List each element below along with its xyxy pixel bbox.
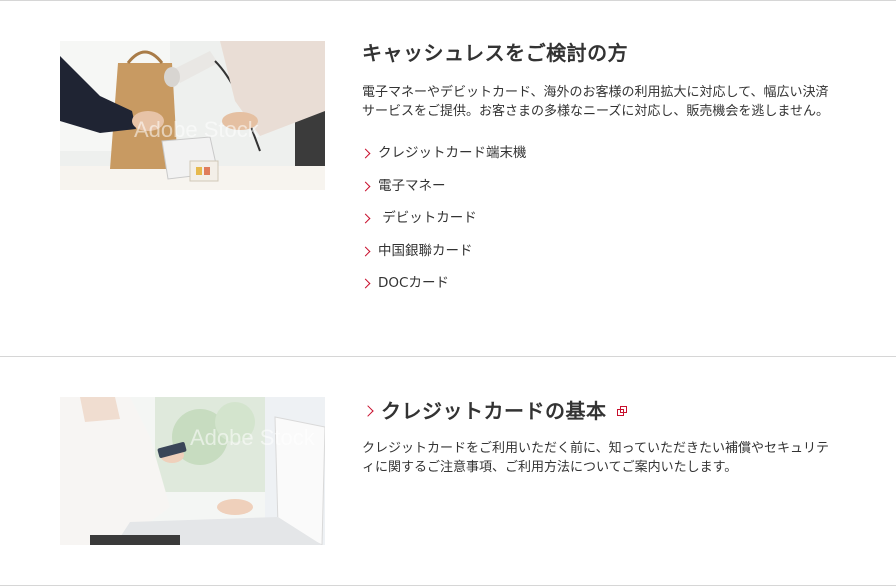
credit-basics-section: Adobe Stock クレジットカードの基本 クレジットカードをご利用いただく… (0, 357, 896, 585)
cashless-photo: Adobe Stock (60, 41, 325, 190)
chevron-right-icon (362, 405, 374, 417)
external-link-icon[interactable] (616, 405, 628, 417)
cashless-link-list: クレジットカード端末機 電子マネー デビットカード 中国銀聯カード DOCカード (360, 144, 842, 307)
link-unionpay-card[interactable]: 中国銀聯カード (360, 242, 842, 275)
link-credit-card-terminal[interactable]: クレジットカード端末機 (360, 144, 842, 177)
link-electronic-money[interactable]: 電子マネー (360, 177, 842, 210)
link-doc-card[interactable]: DOCカード (360, 274, 842, 307)
credit-basics-content: クレジットカードの基本 クレジットカードをご利用いただく前に、知っていただきたい… (362, 397, 842, 477)
watermark-text: Adobe Stock (190, 425, 316, 450)
bottom-divider (0, 585, 896, 586)
chevron-right-icon (360, 181, 371, 191)
link-label[interactable]: 中国銀聯カード (378, 242, 473, 260)
cashless-description: 電子マネーやデビットカード、海外のお客様の利用拡大に対応して、幅広い決済サービス… (362, 85, 829, 119)
link-debit-card[interactable]: デビットカード (360, 209, 842, 242)
cashless-section: Adobe Stock キャッシュレスをご検討の方 電子マネーやデビットカード、… (0, 1, 896, 356)
link-label[interactable]: デビットカード (378, 209, 477, 227)
cashless-content: キャッシュレスをご検討の方 電子マネーやデビットカード、海外のお客様の利用拡大に… (360, 39, 842, 307)
link-label[interactable]: クレジットカード端末機 (378, 144, 527, 162)
link-label[interactable]: 電子マネー (378, 177, 446, 195)
watermark-text: Adobe Stock (134, 117, 260, 142)
credit-basics-title[interactable]: クレジットカードの基本 (381, 397, 607, 425)
credit-basics-description: クレジットカードをご利用いただく前に、知っていただきたい補償やセキュリティに関す… (362, 441, 829, 475)
chevron-right-icon (360, 148, 371, 159)
credit-basics-title-link[interactable]: クレジットカードの基本 (362, 397, 842, 425)
link-label[interactable]: DOCカード (378, 274, 449, 292)
cashless-title: キャッシュレスをご検討の方 (362, 41, 629, 65)
chevron-right-icon (360, 278, 371, 289)
chevron-right-icon (360, 246, 371, 256)
chevron-right-icon (360, 213, 371, 224)
credit-basics-photo: Adobe Stock (60, 397, 325, 545)
